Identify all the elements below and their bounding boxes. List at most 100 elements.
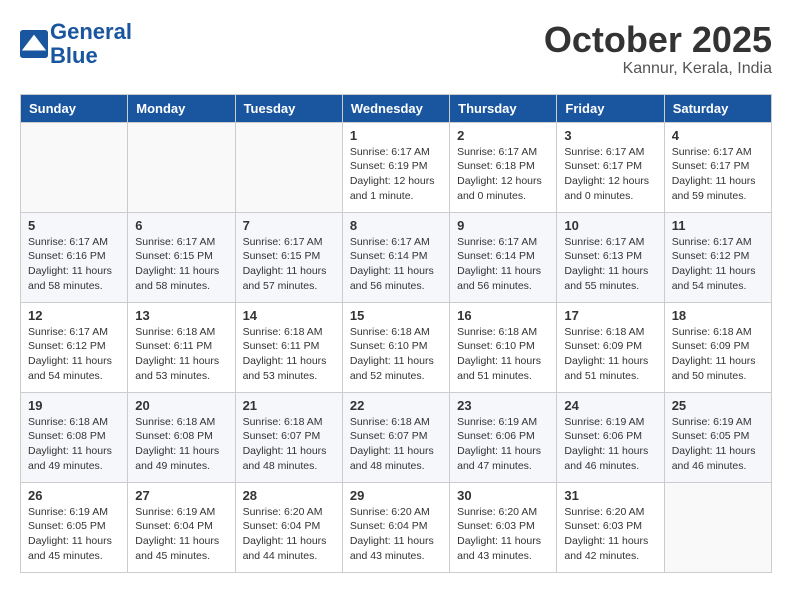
day-number: 11 [672,218,764,233]
calendar-cell: 27 Sunrise: 6:19 AMSunset: 6:04 PMDayligh… [128,482,235,572]
calendar-cell: 31 Sunrise: 6:20 AMSunset: 6:03 PMDayligh… [557,482,664,572]
calendar-cell: 28Sunrise: 6:20 AMSunset: 6:04 PMDayligh… [235,482,342,572]
day-number: 21 [243,398,335,413]
sunset-text: Sunset: 6:10 PM [457,339,549,354]
daylight-text: Daylight: 11 hours and 57 minutes. [243,264,335,293]
daylight-text: Daylight: 11 hours and 42 minutes. [564,534,656,563]
month-title: October 2025 [544,20,772,60]
sunrise-text: Sunrise: 6:19 AM [457,415,549,430]
sunrise-text: Sunrise: 6:18 AM [135,415,227,430]
sunset-text: Sunset: 6:12 PM [672,249,764,264]
daylight-text: Daylight: 11 hours and 47 minutes. [457,444,549,473]
day-number: 29 [350,488,442,503]
week-row-4: 19Sunrise: 6:18 AMSunset: 6:08 PMDayligh… [21,392,772,482]
day-number: 10 [564,218,656,233]
logo-line2: Blue [50,43,98,68]
sunrise-text: Sunrise: 6:17 AM [672,235,764,250]
day-info: Sunrise: 6:19 AMSunset: 6:04 PMDaylight:… [135,505,227,564]
day-info: Sunrise: 6:18 AMSunset: 6:08 PMDaylight:… [28,415,120,474]
sunrise-text: Sunrise: 6:20 AM [243,505,335,520]
weekday-header-sunday: Sunday [21,94,128,122]
day-number: 28 [243,488,335,503]
calendar-cell: 19Sunrise: 6:18 AMSunset: 6:08 PMDayligh… [21,392,128,482]
daylight-text: Daylight: 11 hours and 44 minutes. [243,534,335,563]
day-number: 26 [28,488,120,503]
calendar-cell: 15Sunrise: 6:18 AMSunset: 6:10 PMDayligh… [342,302,449,392]
day-info: Sunrise: 6:19 AMSunset: 6:05 PMDaylight:… [672,415,764,474]
daylight-text: Daylight: 11 hours and 43 minutes. [457,534,549,563]
sunrise-text: Sunrise: 6:17 AM [243,235,335,250]
sunrise-text: Sunrise: 6:17 AM [350,235,442,250]
sunset-text: Sunset: 6:05 PM [672,429,764,444]
calendar-cell: 16Sunrise: 6:18 AMSunset: 6:10 PMDayligh… [450,302,557,392]
day-info: Sunrise: 6:19 AMSunset: 6:05 PMDaylight:… [28,505,120,564]
week-row-1: 1Sunrise: 6:17 AMSunset: 6:19 PMDaylight… [21,122,772,212]
sunrise-text: Sunrise: 6:17 AM [350,145,442,160]
day-info: Sunrise: 6:20 AMSunset: 6:03 PMDaylight:… [564,505,656,564]
sunset-text: Sunset: 6:03 PM [457,519,549,534]
sunrise-text: Sunrise: 6:17 AM [672,145,764,160]
day-info: Sunrise: 6:18 AMSunset: 6:09 PMDaylight:… [564,325,656,384]
sunset-text: Sunset: 6:07 PM [243,429,335,444]
sunset-text: Sunset: 6:08 PM [28,429,120,444]
calendar-cell: 5Sunrise: 6:17 AMSunset: 6:16 PMDaylight… [21,212,128,302]
sunset-text: Sunset: 6:09 PM [564,339,656,354]
day-info: Sunrise: 6:17 AMSunset: 6:19 PMDaylight:… [350,145,442,204]
day-number: 13 [135,308,227,323]
sunrise-text: Sunrise: 6:20 AM [457,505,549,520]
calendar-cell [235,122,342,212]
day-number: 31 [564,488,656,503]
sunset-text: Sunset: 6:06 PM [564,429,656,444]
day-info: Sunrise: 6:17 AMSunset: 6:17 PMDaylight:… [564,145,656,204]
sunrise-text: Sunrise: 6:18 AM [243,325,335,340]
sunset-text: Sunset: 6:08 PM [135,429,227,444]
day-info: Sunrise: 6:17 AMSunset: 6:14 PMDaylight:… [350,235,442,294]
calendar-cell: 23Sunrise: 6:19 AMSunset: 6:06 PMDayligh… [450,392,557,482]
day-number: 17 [564,308,656,323]
daylight-text: Daylight: 11 hours and 51 minutes. [457,354,549,383]
sunrise-text: Sunrise: 6:19 AM [564,415,656,430]
sunset-text: Sunset: 6:05 PM [28,519,120,534]
daylight-text: Daylight: 12 hours and 0 minutes. [457,174,549,203]
sunset-text: Sunset: 6:09 PM [672,339,764,354]
day-info: Sunrise: 6:17 AMSunset: 6:18 PMDaylight:… [457,145,549,204]
day-info: Sunrise: 6:19 AMSunset: 6:06 PMDaylight:… [564,415,656,474]
sunset-text: Sunset: 6:15 PM [243,249,335,264]
day-number: 3 [564,128,656,143]
day-number: 27 [135,488,227,503]
daylight-text: Daylight: 11 hours and 53 minutes. [243,354,335,383]
weekday-header-monday: Monday [128,94,235,122]
calendar-cell: 3 Sunrise: 6:17 AMSunset: 6:17 PMDaylight… [557,122,664,212]
day-info: Sunrise: 6:18 AMSunset: 6:07 PMDaylight:… [350,415,442,474]
weekday-header-thursday: Thursday [450,94,557,122]
sunset-text: Sunset: 6:03 PM [564,519,656,534]
calendar-cell: 6Sunrise: 6:17 AMSunset: 6:15 PMDaylight… [128,212,235,302]
sunrise-text: Sunrise: 6:17 AM [135,235,227,250]
sunrise-text: Sunrise: 6:17 AM [457,235,549,250]
calendar-cell: 12Sunrise: 6:17 AMSunset: 6:12 PMDayligh… [21,302,128,392]
day-number: 16 [457,308,549,323]
sunrise-text: Sunrise: 6:19 AM [672,415,764,430]
daylight-text: Daylight: 11 hours and 54 minutes. [28,354,120,383]
daylight-text: Daylight: 11 hours and 52 minutes. [350,354,442,383]
calendar-cell: 13Sunrise: 6:18 AMSunset: 6:11 PMDayligh… [128,302,235,392]
day-info: Sunrise: 6:17 AMSunset: 6:17 PMDaylight:… [672,145,764,204]
calendar-cell: 26 Sunrise: 6:19 AMSunset: 6:05 PMDayligh… [21,482,128,572]
day-info: Sunrise: 6:18 AMSunset: 6:11 PMDaylight:… [243,325,335,384]
calendar-table: SundayMondayTuesdayWednesdayThursdayFrid… [20,94,772,573]
daylight-text: Daylight: 11 hours and 46 minutes. [564,444,656,473]
sunrise-text: Sunrise: 6:17 AM [28,325,120,340]
calendar-cell: 20Sunrise: 6:18 AMSunset: 6:08 PMDayligh… [128,392,235,482]
calendar-cell: 29Sunrise: 6:20 AMSunset: 6:04 PMDayligh… [342,482,449,572]
daylight-text: Daylight: 11 hours and 50 minutes. [672,354,764,383]
calendar-cell: 7Sunrise: 6:17 AMSunset: 6:15 PMDaylight… [235,212,342,302]
sunset-text: Sunset: 6:11 PM [135,339,227,354]
sunset-text: Sunset: 6:10 PM [350,339,442,354]
calendar-cell: 18Sunrise: 6:18 AMSunset: 6:09 PMDayligh… [664,302,771,392]
day-number: 9 [457,218,549,233]
daylight-text: Daylight: 11 hours and 53 minutes. [135,354,227,383]
day-number: 25 [672,398,764,413]
daylight-text: Daylight: 11 hours and 51 minutes. [564,354,656,383]
sunset-text: Sunset: 6:12 PM [28,339,120,354]
calendar-cell: 14Sunrise: 6:18 AMSunset: 6:11 PMDayligh… [235,302,342,392]
